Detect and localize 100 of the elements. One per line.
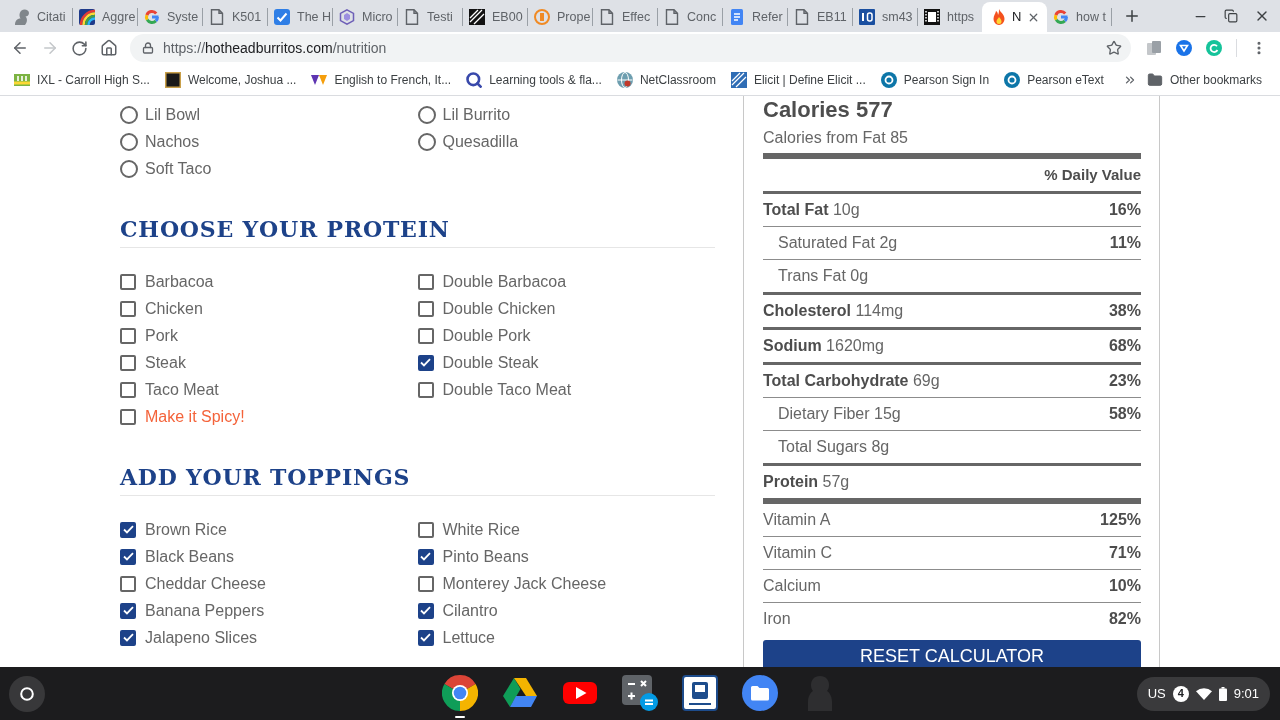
checkmark-icon bbox=[420, 552, 431, 561]
bookmark-star-icon[interactable] bbox=[1106, 40, 1122, 56]
browser-tab[interactable]: Micro bbox=[333, 2, 397, 32]
browser-tab[interactable]: K501 bbox=[203, 2, 267, 32]
checkbox[interactable] bbox=[417, 300, 434, 317]
nutrient-label: Saturated Fat 2g bbox=[778, 233, 898, 253]
browser-tab[interactable]: Testi bbox=[398, 2, 462, 32]
checkmark-icon bbox=[122, 633, 134, 642]
checkbox[interactable] bbox=[120, 521, 136, 538]
checkbox[interactable] bbox=[120, 300, 136, 317]
browser-icon[interactable] bbox=[442, 675, 478, 711]
browser-tab[interactable]: sm43 bbox=[853, 2, 917, 32]
g-logo-icon bbox=[1053, 9, 1069, 25]
hexagon-icon bbox=[339, 9, 355, 25]
browser-tab[interactable]: Effec bbox=[593, 2, 657, 32]
checkbox[interactable] bbox=[120, 602, 136, 619]
radio-button[interactable] bbox=[120, 132, 138, 151]
browser-tab[interactable]: https bbox=[918, 2, 982, 32]
browser-tab[interactable]: Citati bbox=[8, 2, 72, 32]
checkbox[interactable] bbox=[417, 273, 434, 290]
bookmark-link[interactable]: Pearson eText bbox=[1002, 70, 1106, 89]
radio-button[interactable] bbox=[120, 105, 138, 124]
option-label: Taco Meat bbox=[145, 379, 219, 400]
option-label: Quesadilla bbox=[442, 131, 519, 152]
nutrient-label: Dietary Fiber 15g bbox=[778, 404, 901, 424]
vitamin-label: Vitamin C bbox=[763, 543, 833, 563]
checkbox[interactable] bbox=[417, 354, 434, 371]
calories-from-fat: Calories from Fat 85 bbox=[763, 128, 908, 148]
checkbox[interactable] bbox=[120, 548, 136, 565]
document-icon bbox=[794, 9, 810, 25]
circle-logo-icon bbox=[880, 71, 897, 88]
blob-logo-icon bbox=[14, 9, 30, 25]
browser-tab[interactable]: Conc bbox=[658, 2, 722, 32]
reset-button[interactable]: RESET CALCULATOR bbox=[763, 640, 1141, 667]
tile-logo-icon[interactable] bbox=[682, 675, 718, 711]
browser-tab[interactable]: Prope bbox=[528, 2, 592, 32]
folder-icon[interactable] bbox=[742, 675, 778, 711]
home-icon[interactable] bbox=[100, 39, 118, 57]
browser-tab[interactable]: how t bbox=[1047, 2, 1111, 32]
back-icon[interactable] bbox=[11, 39, 29, 57]
browser-tab[interactable]: Aggre bbox=[73, 2, 137, 32]
option-label: Lettuce bbox=[442, 627, 495, 648]
folder-icon bbox=[1146, 71, 1163, 88]
browser-tab[interactable]: The H bbox=[268, 2, 332, 32]
bookmark-link[interactable]: English to French, It... bbox=[309, 70, 454, 89]
checkbox[interactable] bbox=[417, 602, 434, 619]
document-icon bbox=[664, 9, 680, 25]
checkmark-icon bbox=[420, 606, 431, 615]
option-label: Cilantro bbox=[442, 600, 498, 621]
checkbox[interactable] bbox=[417, 548, 434, 565]
bookmark-link[interactable]: IXL - Carroll High S... bbox=[12, 70, 152, 89]
checkbox[interactable] bbox=[120, 381, 136, 398]
checkbox[interactable] bbox=[120, 575, 136, 592]
checkmark-icon bbox=[122, 552, 134, 561]
browser-tab[interactable]: EB00 bbox=[463, 2, 527, 32]
new-tab-icon[interactable] bbox=[1123, 7, 1141, 25]
bookmark-folder[interactable]: Other bookmarks bbox=[1146, 70, 1262, 89]
pages-icon[interactable] bbox=[1146, 40, 1162, 56]
checkbox[interactable] bbox=[120, 273, 136, 290]
nutrient-label: Trans Fat 0g bbox=[778, 266, 869, 286]
calculator-icon[interactable] bbox=[622, 675, 658, 711]
browser-tab[interactable]: Syste bbox=[138, 2, 202, 32]
checkbox[interactable] bbox=[120, 629, 136, 646]
radio-button[interactable] bbox=[417, 105, 436, 124]
reload-icon[interactable] bbox=[71, 39, 88, 57]
checkbox[interactable] bbox=[417, 521, 434, 538]
keyboard-layout: US bbox=[1147, 684, 1166, 703]
radio-button[interactable] bbox=[417, 132, 436, 151]
flame-icon bbox=[991, 9, 1007, 25]
browser-tab[interactable]: EB11 bbox=[788, 2, 852, 32]
triangle-badge-icon[interactable] bbox=[1176, 40, 1192, 56]
restore-icon[interactable] bbox=[1224, 9, 1238, 23]
checkbox[interactable] bbox=[120, 408, 136, 425]
rainbow-icon bbox=[79, 9, 95, 25]
option-label: Lil Burrito bbox=[442, 104, 511, 125]
option-label: Brown Rice bbox=[145, 519, 227, 540]
browser-tab[interactable]: Refer bbox=[723, 2, 787, 32]
bookmark-link[interactable]: Elicit | Define Elicit ... bbox=[728, 70, 868, 89]
checkbox[interactable] bbox=[120, 327, 136, 344]
checkbox[interactable] bbox=[417, 575, 434, 592]
daily-value: 10% bbox=[1108, 576, 1141, 596]
daily-value: 23% bbox=[1108, 371, 1141, 391]
checkbox[interactable] bbox=[417, 629, 434, 646]
address-field[interactable]: https://hotheadburritos.com/nutrition bbox=[130, 34, 1131, 62]
checkbox[interactable] bbox=[417, 327, 434, 344]
option-label: Make it Spicy! bbox=[145, 406, 245, 427]
launcher-button[interactable] bbox=[9, 675, 45, 712]
checkbox[interactable] bbox=[417, 381, 434, 398]
browser-tab[interactable]: N bbox=[982, 2, 1047, 32]
status-tray[interactable]: US 4 9:01 bbox=[1136, 676, 1270, 711]
vitamin-label: Iron bbox=[763, 609, 791, 629]
option-label: Double Chicken bbox=[442, 298, 556, 319]
bookmark-link[interactable]: Learning tools & fla... bbox=[464, 70, 604, 89]
radio-button[interactable] bbox=[120, 159, 138, 178]
nutrient-label: Cholesterol 114mg bbox=[763, 301, 904, 321]
bookmark-link[interactable]: Welcome, Joshua ... bbox=[162, 70, 299, 89]
badge-icon bbox=[859, 9, 875, 25]
checkbox[interactable] bbox=[120, 354, 136, 371]
bookmark-link[interactable]: Pearson Sign In bbox=[878, 70, 992, 89]
bookmark-link[interactable]: NetClassroom bbox=[614, 70, 718, 89]
